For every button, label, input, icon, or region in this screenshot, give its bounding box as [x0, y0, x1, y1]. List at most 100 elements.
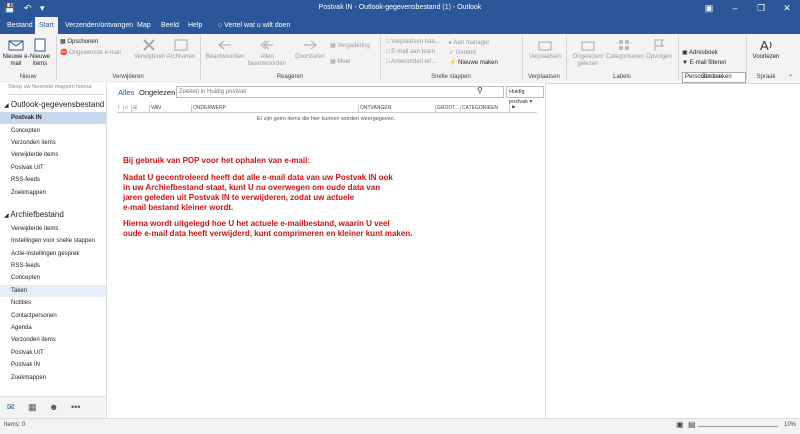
team-email-icon: □ — [386, 49, 390, 55]
importance-column-icon[interactable]: ! — [117, 105, 119, 112]
folder-zoekmappen[interactable]: Zoekmappen — [0, 187, 106, 199]
account-archiefbestand[interactable]: ◢ Archiefbestand — [4, 210, 64, 219]
collapse-ribbon-icon[interactable]: ⌃ — [788, 74, 793, 81]
tab-start[interactable]: Start — [35, 17, 58, 34]
archive-folder-postvak-uit[interactable]: Postvak UIT — [0, 347, 106, 359]
quick-step-done[interactable]: ✓ Gereed — [449, 49, 476, 56]
flag-column-icon[interactable]: ⚑ — [509, 105, 515, 112]
status-bar: Items: 0 ▣ ▤ 10% — [0, 418, 800, 434]
read-aloud-button[interactable]: A Voorlezen — [750, 37, 782, 61]
account-outlook-data-file[interactable]: ◢ Outlook-gegevensbestand — [4, 100, 104, 109]
minimize-button[interactable]: – — [722, 0, 748, 17]
archive-button[interactable]: Archiveren — [166, 37, 196, 61]
quick-step-manager[interactable]: ▸ Aan manager — [449, 39, 489, 46]
archive-folder-verwijderde-items[interactable]: Verwijderde items — [0, 223, 106, 235]
group-label-new: Nieuw — [19, 74, 37, 80]
column-categories[interactable]: CATEGORIEEN — [460, 105, 498, 112]
archive-folder-verzonden-items[interactable]: Verzonden items — [0, 334, 106, 346]
filter-email-button[interactable]: ▼ E-mail filteren — [682, 60, 726, 66]
tab-map[interactable]: Map — [133, 17, 155, 34]
quick-step-new[interactable]: ⚡ Nieuwe maken — [449, 59, 498, 66]
folder-concepten[interactable]: Concepten — [0, 125, 106, 137]
calendar-icon[interactable]: ▦ — [28, 402, 37, 413]
item-count: Items: 0 — [4, 422, 26, 428]
ribbon-tabs: Bestand Start Verzenden/ontvangen Map Be… — [0, 17, 800, 34]
tab-help[interactable]: Help — [184, 17, 206, 34]
read-aloud-icon: A — [760, 38, 772, 53]
reading-view-icon[interactable]: ▤ — [688, 420, 696, 429]
column-from[interactable]: VAN — [149, 105, 161, 112]
empty-list-message: Er zijn geen items die hier kunnen worde… — [256, 116, 396, 122]
categorize-icon — [619, 40, 629, 50]
archive-folder-concepten[interactable]: Concepten — [0, 272, 106, 284]
archive-folder-postvak-in[interactable]: Postvak IN — [0, 359, 106, 371]
ribbon-display-icon[interactable]: ▣ — [696, 0, 722, 17]
archive-folder-rss-feeds[interactable]: RSS-feeds — [0, 260, 106, 272]
reply-button[interactable]: Beantwoorden — [205, 37, 245, 61]
people-icon[interactable]: ☻ — [49, 402, 58, 412]
archive-icon — [174, 39, 188, 51]
filter-unread[interactable]: Ongelezen — [139, 88, 175, 97]
reply-all-button[interactable]: Allen beantwoorden — [247, 37, 287, 68]
more-button[interactable]: ▦ Meer — [330, 58, 351, 65]
delete-button[interactable]: Verwijderen — [134, 37, 165, 61]
more-apps-icon[interactable]: ••• — [71, 402, 80, 412]
zoom-slider[interactable] — [698, 426, 778, 427]
tab-bestand[interactable]: Bestand — [3, 17, 37, 34]
archive-folder-contactpersonen[interactable]: Contactpersonen — [0, 310, 106, 322]
move-button[interactable]: Verplaatsen — [526, 37, 564, 61]
filter-all[interactable]: Alles — [118, 88, 134, 97]
filter-icon: ▼ — [682, 60, 688, 66]
more-icon: ▦ — [330, 59, 336, 65]
quick-step-team[interactable]: □ E-mail aan team — [386, 49, 435, 55]
tab-beeld[interactable]: Beeld — [157, 17, 183, 34]
new-items-button[interactable]: Nieuwe items — [28, 37, 52, 68]
folder-rss-feeds[interactable]: RSS-feeds — [0, 174, 106, 186]
mailbox-search-input[interactable]: Zoeken in Huidig postvak — [176, 86, 504, 98]
cleanup-button[interactable]: ▦ Opschonen — [60, 38, 98, 45]
zoom-level[interactable]: 10% — [784, 422, 796, 428]
collapse-icon: ◢ — [4, 213, 9, 219]
folder-postvak-uit[interactable]: Postvak UIT — [0, 162, 106, 174]
address-book-button[interactable]: ▣ Adresboek — [682, 49, 718, 56]
delete-icon — [143, 39, 155, 51]
reminder-column-icon[interactable]: □ — [123, 105, 128, 112]
normal-view-icon[interactable]: ▣ — [676, 420, 684, 429]
close-button[interactable]: ✕ — [774, 0, 800, 17]
tell-me-box[interactable]: ○ Vertel wat u wilt doen — [214, 17, 294, 34]
maximize-button[interactable]: ❐ — [748, 0, 774, 17]
archive-folder-zoekmappen[interactable]: Zoekmappen — [0, 372, 106, 384]
column-received[interactable]: ONTVANGEN — [358, 105, 391, 112]
folder-verzonden-items[interactable]: Verzonden items — [0, 137, 106, 149]
mail-icon[interactable]: ✉ — [7, 402, 15, 413]
check-icon: ✓ — [449, 50, 455, 56]
archive-folder-actie-instellingen[interactable]: Actie-instellingen gesprek — [0, 248, 106, 260]
group-label-delete: Verwijderen — [112, 74, 144, 80]
archive-folder-snelle-stappen[interactable]: Instellingen voor snelle stappen — [0, 235, 106, 247]
search-scope-dropdown[interactable]: Huidig postvak ▾ — [506, 86, 544, 105]
folder-postvak-in[interactable]: Postvak IN — [0, 112, 106, 124]
unread-read-button[interactable]: Ongelezen/ gelezen — [570, 37, 606, 68]
reply-delete-icon: □ — [386, 59, 390, 65]
ribbon: Nieuwe e-mail Nieuwe items Nieuw ▦ Opsch… — [0, 34, 800, 84]
cleanup-icon: ▦ — [60, 39, 66, 45]
junk-button[interactable]: ⛔ Ongewenste e-mail — [60, 49, 121, 56]
tab-verzenden-ontvangen[interactable]: Verzenden/ontvangen — [61, 17, 137, 34]
envelope-icon — [8, 40, 24, 51]
column-subject[interactable]: ONDERWERP — [191, 105, 226, 112]
archive-folder-taken[interactable]: Taken — [0, 285, 106, 297]
archive-folder-notities[interactable]: Notities — [0, 297, 106, 309]
new-email-button[interactable]: Nieuwe e-mail — [2, 37, 30, 68]
follow-up-button[interactable]: Opvolgen — [642, 37, 676, 61]
categorize-button[interactable]: Categoriseren — [606, 37, 644, 61]
quick-step-move[interactable]: □ Verplaatsen naa... — [386, 39, 440, 45]
attachment-column-icon[interactable]: ∈ — [131, 105, 137, 112]
meeting-button[interactable]: ▦ Vergadering — [330, 42, 370, 49]
archive-folder-agenda[interactable]: Agenda — [0, 322, 106, 334]
quick-step-reply-delete[interactable]: □ Antwoorden en... — [386, 59, 436, 65]
svg-text:A: A — [760, 38, 769, 53]
column-size[interactable]: GROOT... — [435, 105, 459, 112]
folder-verwijderde-items[interactable]: Verwijderde items — [0, 149, 106, 161]
forward-button[interactable]: Doorsturen — [292, 37, 328, 61]
search-icon[interactable]: ⚲ — [477, 86, 483, 95]
